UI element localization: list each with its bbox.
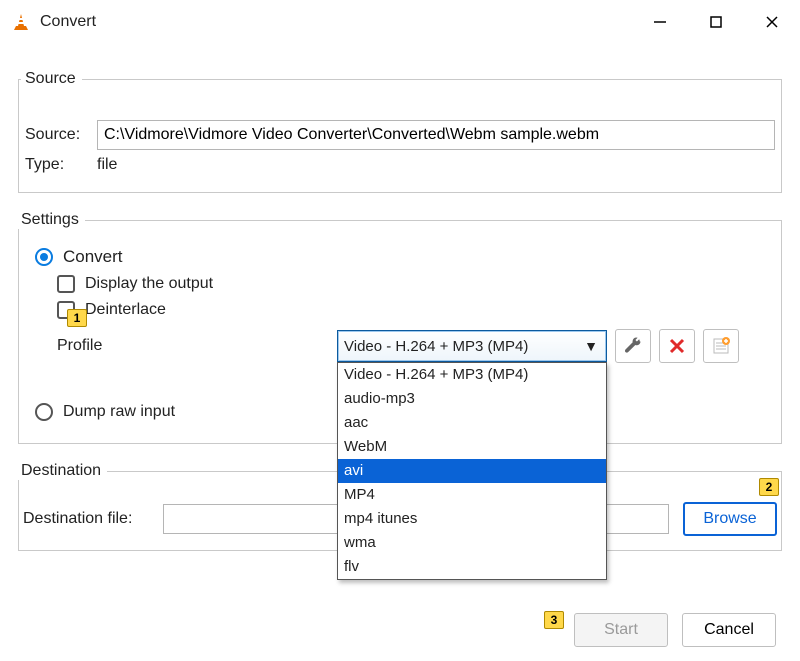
profile-delete-button[interactable] xyxy=(659,329,695,363)
start-button[interactable]: Start xyxy=(574,613,668,647)
window-title: Convert xyxy=(40,13,96,31)
profile-label: Profile xyxy=(57,337,102,354)
source-legend: Source xyxy=(21,70,82,88)
checkbox-deinterlace-label: Deinterlace xyxy=(85,301,166,319)
type-value: file xyxy=(97,156,775,174)
titlebar: Convert xyxy=(0,0,800,44)
radio-icon xyxy=(35,248,53,266)
cancel-button[interactable]: Cancel xyxy=(682,613,776,647)
browse-button[interactable]: Browse xyxy=(683,502,777,536)
settings-group: Settings Convert Display the output Dein… xyxy=(18,211,782,444)
destination-file-label: Destination file: xyxy=(23,510,163,528)
destination-legend: Destination xyxy=(17,462,107,480)
checkbox-display-output[interactable]: Display the output xyxy=(57,275,779,293)
type-label: Type: xyxy=(25,156,97,174)
callout-1: 1 xyxy=(67,309,87,327)
profile-option[interactable]: mp4 itunes xyxy=(338,507,606,531)
settings-legend: Settings xyxy=(17,211,85,229)
profile-option[interactable]: Video - H.264 + MP3 (MP4) xyxy=(338,363,606,387)
delete-x-icon xyxy=(669,338,685,354)
profile-option[interactable]: avi xyxy=(338,459,606,483)
profile-new-button[interactable] xyxy=(703,329,739,363)
profile-option[interactable]: flv xyxy=(338,555,606,579)
checkbox-icon xyxy=(57,275,75,293)
callout-2: 2 xyxy=(759,478,779,496)
radio-icon xyxy=(35,403,53,421)
source-group: Source Source: Type: file xyxy=(18,70,782,193)
source-input[interactable] xyxy=(97,120,775,150)
profile-option[interactable]: aac xyxy=(338,411,606,435)
profile-option[interactable]: WebM xyxy=(338,435,606,459)
profile-edit-button[interactable] xyxy=(615,329,651,363)
profile-selected-value: Video - H.264 + MP3 (MP4) xyxy=(344,338,582,355)
checkbox-display-output-label: Display the output xyxy=(85,275,213,293)
profile-dropdown[interactable]: Video - H.264 + MP3 (MP4)audio-mp3aacWeb… xyxy=(337,362,607,580)
radio-convert-label: Convert xyxy=(63,247,123,267)
vlc-icon xyxy=(10,11,32,33)
callout-3: 3 xyxy=(544,611,564,629)
profile-option[interactable]: audio-mp3 xyxy=(338,387,606,411)
wrench-icon xyxy=(624,337,642,355)
close-button[interactable] xyxy=(744,2,800,42)
new-profile-icon xyxy=(712,337,730,355)
source-label: Source: xyxy=(25,126,97,144)
profile-option[interactable]: MP4 xyxy=(338,483,606,507)
chevron-down-icon: ▼ xyxy=(582,338,600,354)
profile-option[interactable]: wma xyxy=(338,531,606,555)
minimize-button[interactable] xyxy=(632,2,688,42)
profile-combobox[interactable]: Video - H.264 + MP3 (MP4) ▼ xyxy=(337,330,607,362)
checkbox-deinterlace[interactable]: Deinterlace xyxy=(57,301,779,319)
radio-convert[interactable]: Convert xyxy=(35,247,779,267)
maximize-button[interactable] xyxy=(688,2,744,42)
radio-dump-raw-label: Dump raw input xyxy=(63,403,175,421)
